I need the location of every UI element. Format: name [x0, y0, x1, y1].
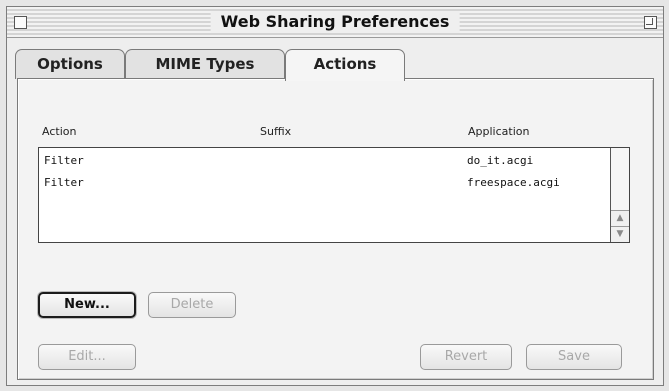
list-scrollbar[interactable]: ▲ ▼ [610, 148, 629, 242]
tab-mime-types[interactable]: MIME Types [125, 49, 285, 79]
tab-actions[interactable]: Actions [285, 49, 405, 81]
actions-list[interactable]: Filter do_it.acgi Filter freespace.acgi … [38, 147, 630, 243]
list-item[interactable]: Filter freespace.acgi [39, 172, 623, 194]
tab-options[interactable]: Options [15, 49, 125, 79]
revert-button[interactable]: Revert [420, 344, 512, 370]
delete-button[interactable]: Delete [148, 292, 236, 318]
preferences-window: Web Sharing Preferences Options MIME Typ… [6, 6, 664, 386]
scroll-down-arrow-icon[interactable]: ▼ [611, 226, 629, 242]
window-title: Web Sharing Preferences [210, 11, 460, 33]
scroll-up-arrow-icon[interactable]: ▲ [611, 210, 629, 226]
actions-panel: Action Suffix Application Filter do_it.a… [17, 78, 654, 380]
row-application: freespace.acgi [467, 176, 560, 189]
zoom-box-icon[interactable] [644, 16, 657, 29]
list-item[interactable]: Filter do_it.acgi [39, 150, 623, 172]
title-bar[interactable]: Web Sharing Preferences [7, 7, 663, 38]
tab-bar: Options MIME Types Actions [15, 49, 655, 81]
edit-button[interactable]: Edit... [38, 344, 136, 370]
column-header-suffix: Suffix [260, 125, 292, 138]
new-button[interactable]: New... [38, 292, 136, 318]
column-header-action: Action [42, 125, 77, 138]
column-header-application: Application [468, 125, 530, 138]
row-action: Filter [44, 154, 84, 167]
row-application: do_it.acgi [467, 154, 534, 167]
row-action: Filter [44, 176, 84, 189]
save-button[interactable]: Save [526, 344, 622, 370]
close-box-icon[interactable] [14, 16, 27, 29]
